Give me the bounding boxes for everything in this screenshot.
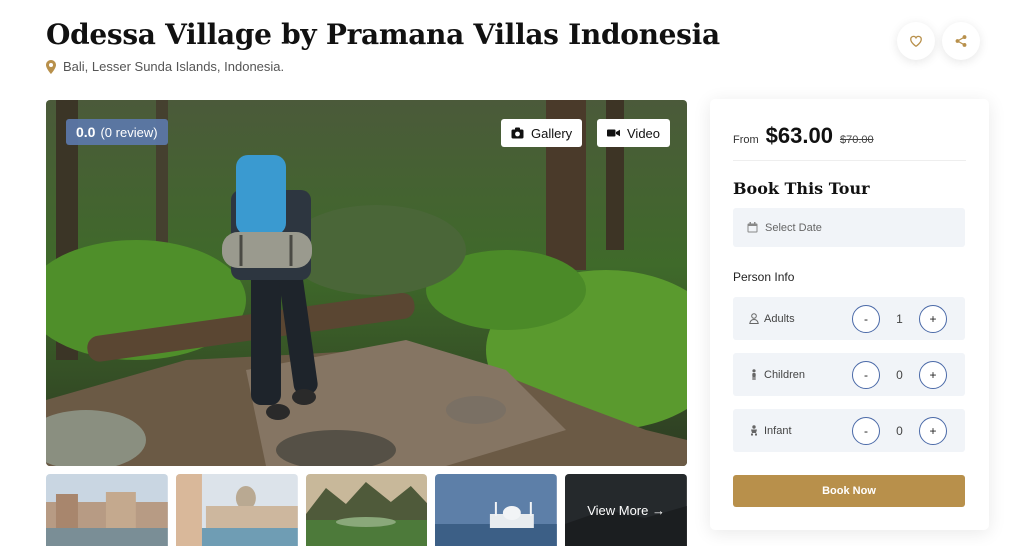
book-now-button[interactable]: Book Now [733,475,965,507]
venice-dome-thumbnail [175,474,298,546]
thumbnail-4[interactable] [435,474,558,546]
thumbnail-view-more[interactable]: View More → [565,474,687,546]
baby-icon [751,425,757,436]
share-button[interactable] [942,22,980,60]
infant-counter: Infant - 0 + [733,409,965,452]
adults-counter: Adults - 1 + [733,297,965,340]
children-minus-button[interactable]: - [852,360,880,389]
camera-icon [511,127,524,139]
divider [733,160,966,161]
infant-minus-button[interactable]: - [852,416,880,445]
video-label: Video [627,125,661,141]
booking-card: From $63.00 $70.00 Book This Tour Select… [710,99,989,530]
heart-icon [910,35,922,48]
infant-count: 0 [896,423,903,438]
wishlist-button[interactable] [897,22,935,60]
rating-count: (0 review) [100,124,158,140]
gallery-button[interactable]: Gallery [501,119,583,147]
price-original: $70.00 [839,134,874,146]
map-pin-icon [46,59,56,74]
adults-plus-button[interactable]: + [919,304,947,333]
adults-label: Adults [764,312,795,325]
calendar-icon [747,222,758,233]
location-line: Bali, Lesser Sunda Islands, Indonesia. [46,59,284,74]
hero-image[interactable]: 0.0 (0 review) Gallery Video [46,100,687,466]
child-icon [752,369,756,380]
booking-title: Book This Tour [733,179,870,198]
infant-plus-button[interactable]: + [919,416,947,445]
infant-label: Infant [764,424,792,437]
children-plus-button[interactable]: + [919,360,947,389]
share-icon [955,35,967,47]
adults-minus-button[interactable]: - [852,304,880,333]
rating-badge: 0.0 (0 review) [66,119,168,145]
video-button[interactable]: Video [597,119,671,147]
children-label: Children [764,368,805,381]
video-camera-icon [607,129,620,137]
price-from-label: From [733,134,759,146]
view-more-link[interactable]: View More → [565,474,687,546]
date-placeholder: Select Date [765,221,822,234]
hiker-forest-photo [46,100,687,466]
adults-count: 1 [896,311,903,326]
children-counter: Children - 0 + [733,353,965,396]
thumbnail-strip: View More → [46,474,687,546]
user-icon [749,313,759,324]
gallery-label: Gallery [531,125,573,141]
mosque-sea-thumbnail [435,474,558,546]
venice-canal-thumbnail [46,474,168,546]
date-select-field[interactable]: Select Date [733,208,965,247]
person-info-label: Person Info [733,270,795,284]
rating-score: 0.0 [76,124,96,140]
mountain-lake-thumbnail [305,474,428,546]
children-count: 0 [896,367,903,382]
thumbnail-2[interactable] [175,474,298,546]
price-current: $63.00 [765,123,833,148]
thumbnail-1[interactable] [46,474,168,546]
location-text: Bali, Lesser Sunda Islands, Indonesia. [63,59,285,74]
thumbnail-3[interactable] [305,474,428,546]
page-title: Odessa Village by Pramana Villas Indones… [46,18,720,51]
price-row: From $63.00 $70.00 [733,123,874,149]
